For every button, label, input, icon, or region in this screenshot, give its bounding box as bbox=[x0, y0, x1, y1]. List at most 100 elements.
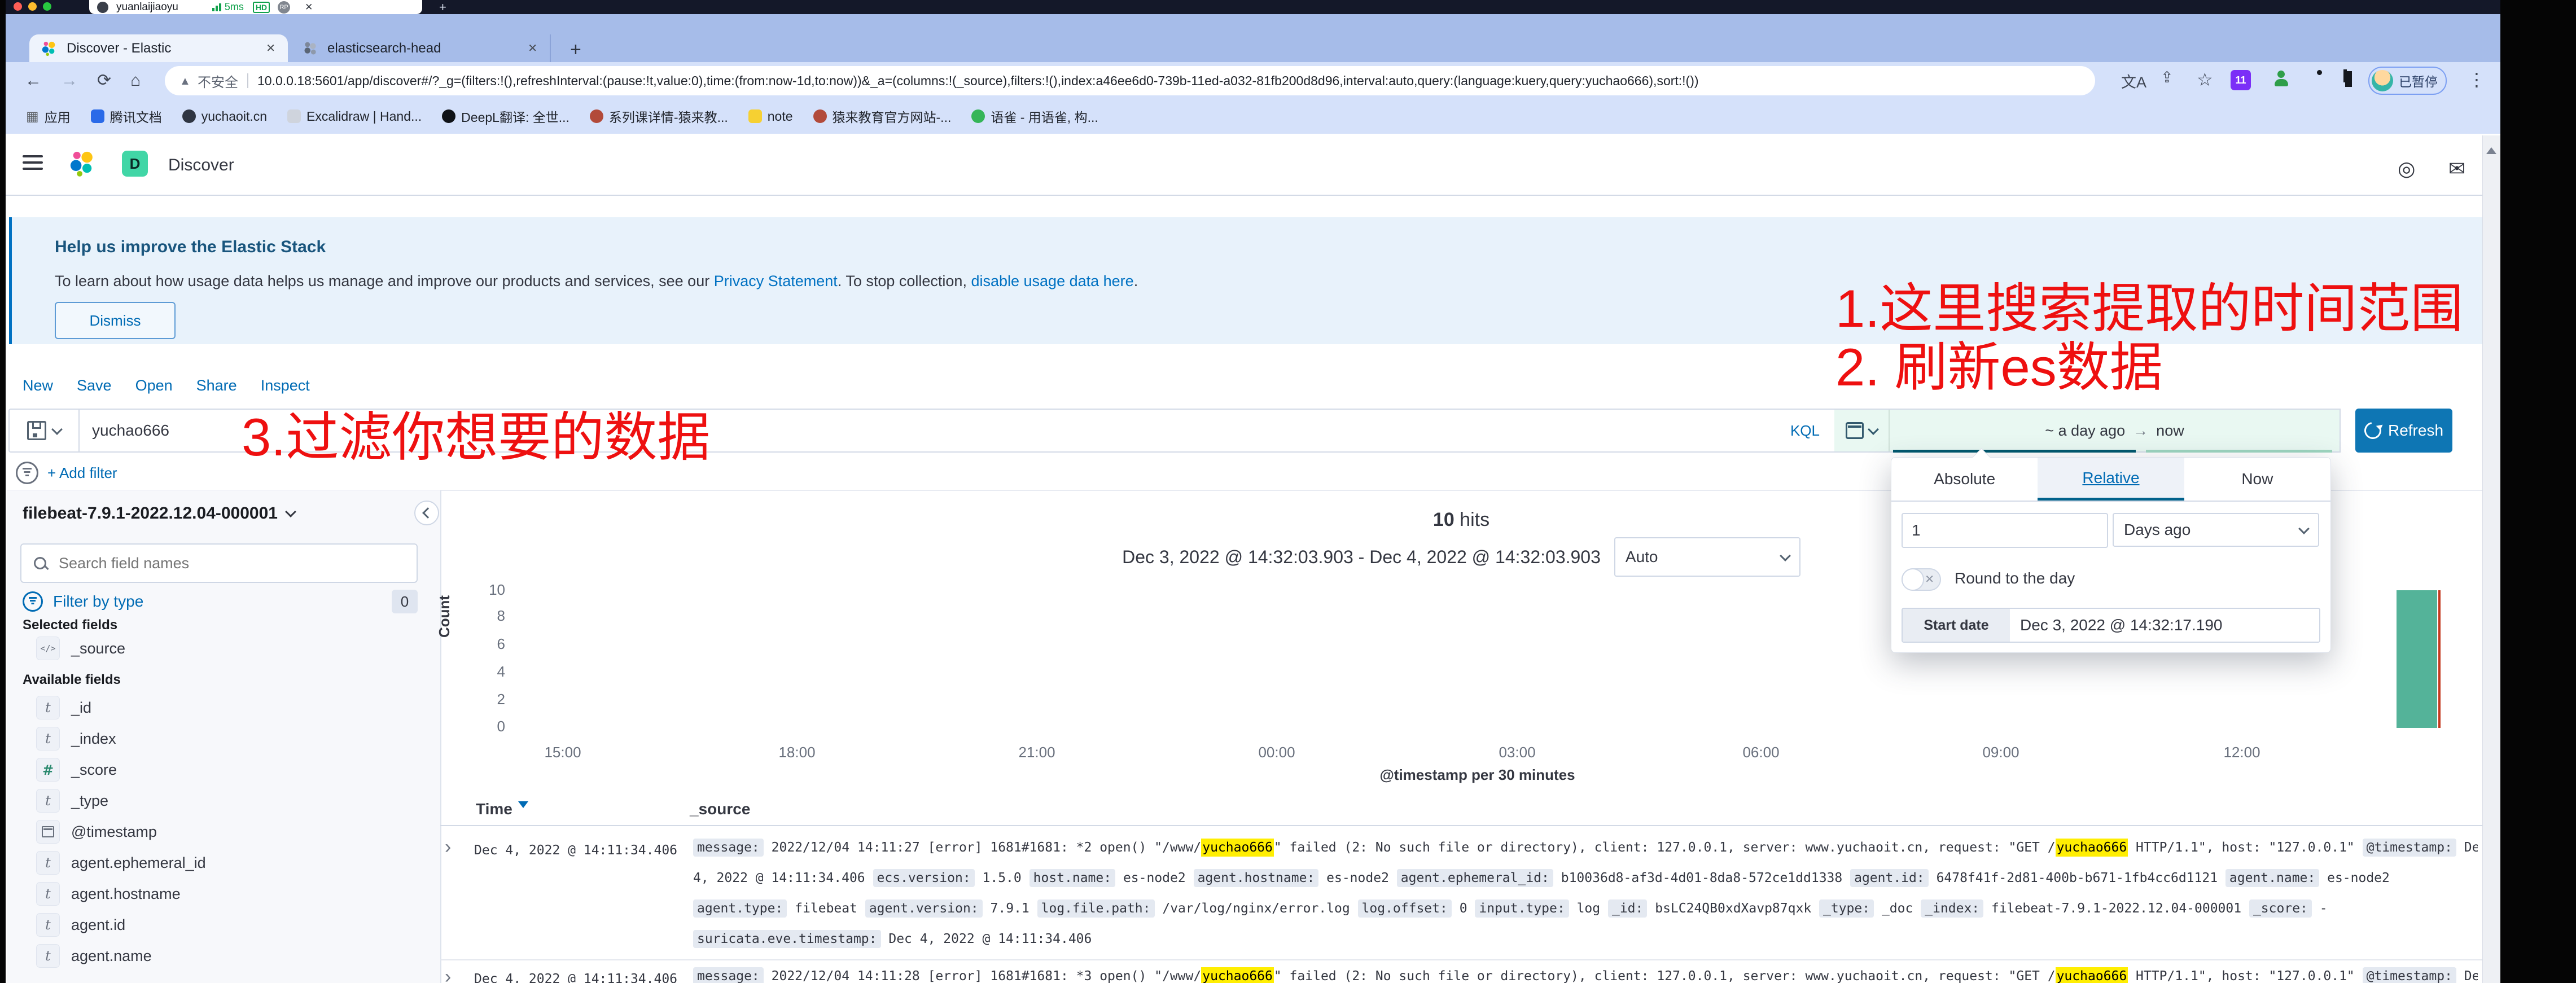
round-toggle[interactable]: ✕ bbox=[1902, 568, 1941, 591]
tab-elasticsearch-head[interactable]: elasticsearch-head ✕ bbox=[291, 34, 551, 62]
bookmark-item[interactable]: Excalidraw | Hand... bbox=[287, 109, 422, 124]
saved-query-button[interactable] bbox=[8, 409, 80, 453]
tab-now[interactable]: Now bbox=[2184, 458, 2330, 501]
scroll-up-arrow[interactable] bbox=[2486, 142, 2496, 154]
bookmark-item[interactable]: 腾讯文档 bbox=[91, 107, 162, 126]
macos-menubar: yuanlaijiaoyu 5ms HD RP ✕ + bbox=[6, 0, 2500, 14]
share-link[interactable]: Share bbox=[196, 377, 237, 394]
tab-absolute[interactable]: Absolute bbox=[1891, 458, 2038, 501]
field-item[interactable]: tagent.ephemeral_id bbox=[36, 850, 206, 875]
add-filter-button[interactable]: + Add filter bbox=[47, 464, 117, 482]
range-end[interactable]: now bbox=[2156, 422, 2184, 440]
field-item[interactable]: @timestamp bbox=[36, 819, 157, 844]
bookmark-item[interactable]: DeepL翻译: 全世... bbox=[442, 107, 569, 126]
hamburger-menu-icon[interactable] bbox=[23, 155, 43, 170]
dismiss-button[interactable]: Dismiss bbox=[55, 302, 176, 339]
traffic-light-zoom[interactable] bbox=[43, 2, 51, 11]
start-date-value[interactable]: Dec 3, 2022 @ 14:32:17.190 bbox=[2010, 609, 2319, 642]
relative-amount-input[interactable] bbox=[1902, 513, 2108, 548]
save-link[interactable]: Save bbox=[77, 377, 112, 394]
collapse-sidebar-button[interactable] bbox=[414, 501, 439, 525]
expand-row-icon[interactable]: › bbox=[445, 966, 451, 983]
inspect-link[interactable]: Inspect bbox=[261, 377, 310, 394]
field-item[interactable]: t_id bbox=[36, 695, 91, 720]
extension-badge-icon[interactable]: 11 bbox=[2231, 70, 2251, 90]
home-icon[interactable]: ⌂ bbox=[130, 71, 141, 90]
field-item-source[interactable]: </> _source bbox=[36, 636, 125, 661]
superdatepicker: ~ a day ago → now bbox=[1834, 409, 2341, 453]
share-icon[interactable]: ⇪ bbox=[2161, 69, 2174, 86]
start-date-underline bbox=[1893, 450, 2136, 453]
elastic-logo[interactable] bbox=[68, 149, 97, 178]
new-link[interactable]: New bbox=[23, 377, 53, 394]
index-pattern-selector[interactable]: filebeat-7.9.1-2022.12.04-000001 bbox=[23, 504, 295, 523]
elasticsearch-head-favicon bbox=[303, 41, 318, 56]
page-title: Discover bbox=[168, 156, 234, 175]
tab-close-icon[interactable]: ✕ bbox=[266, 41, 275, 55]
tab-close-icon[interactable]: ✕ bbox=[528, 41, 537, 55]
bookmark-icon bbox=[91, 109, 104, 123]
tab-discover-elastic[interactable]: Discover - Elastic ✕ bbox=[29, 34, 288, 62]
traffic-light-close[interactable] bbox=[14, 2, 22, 11]
bookmark-item[interactable]: note bbox=[748, 109, 793, 124]
expand-row-icon[interactable]: › bbox=[445, 836, 451, 858]
bookmark-item[interactable]: 猿来教育官方网站-... bbox=[813, 107, 952, 126]
translate-icon[interactable]: 文A bbox=[2121, 70, 2146, 92]
bookmark-item[interactable]: 系列课详情-猿来教... bbox=[590, 107, 728, 126]
disable-usage-link[interactable]: disable usage data here bbox=[971, 273, 1133, 289]
bookmark-item[interactable]: 语雀 - 用语雀, 构... bbox=[971, 107, 1098, 126]
new-tab-icon[interactable]: + bbox=[439, 0, 446, 15]
field-name: _score bbox=[71, 761, 117, 779]
filter-by-type[interactable]: Filter by type 0 bbox=[23, 590, 418, 613]
back-icon[interactable]: ← bbox=[25, 71, 42, 90]
newsfeed-envelope-icon[interactable]: ✉ bbox=[2448, 157, 2465, 181]
forward-icon[interactable]: → bbox=[61, 71, 78, 90]
x-tick: 18:00 bbox=[778, 744, 815, 761]
string-field-icon: t bbox=[36, 789, 60, 813]
range-start[interactable]: ~ a day ago bbox=[2045, 422, 2125, 440]
filter-icon[interactable] bbox=[16, 462, 38, 484]
reload-icon[interactable]: ⟳ bbox=[97, 71, 111, 90]
bookmark-item[interactable]: yuchaoit.cn bbox=[182, 109, 267, 124]
page-scrollbar[interactable] bbox=[2482, 135, 2501, 983]
privacy-statement-link[interactable]: Privacy Statement bbox=[714, 273, 838, 289]
kql-toggle[interactable]: KQL bbox=[1790, 422, 1834, 440]
refresh-icon bbox=[2361, 419, 2385, 442]
field-item[interactable]: t_index bbox=[36, 726, 116, 751]
time-range-field[interactable]: ~ a day ago → now bbox=[1890, 410, 2340, 451]
field-name: _index bbox=[71, 730, 116, 748]
field-search-input[interactable] bbox=[58, 554, 417, 573]
chevron-down-icon bbox=[285, 506, 296, 517]
new-tab-button[interactable]: + bbox=[570, 39, 581, 61]
histogram-bar[interactable] bbox=[2397, 590, 2437, 728]
traffic-light-minimize[interactable] bbox=[28, 2, 37, 11]
banner-text: . To stop collection, bbox=[838, 273, 971, 289]
elastic-favicon bbox=[41, 40, 58, 57]
open-link[interactable]: Open bbox=[135, 377, 173, 394]
time-column-header[interactable]: Time bbox=[476, 800, 528, 818]
divider bbox=[440, 959, 2482, 960]
window-tab-pill[interactable]: yuanlaijiaoyu 5ms HD RP ✕ bbox=[89, 0, 422, 14]
row-time-cell: Dec 4, 2022 @ 14:11:34.406 bbox=[474, 972, 677, 983]
datepicker-quickmenu[interactable] bbox=[1834, 410, 1890, 451]
field-item[interactable]: tagent.hostname bbox=[36, 881, 181, 906]
bookmark-star-icon[interactable]: ☆ bbox=[2197, 69, 2213, 90]
relative-unit-select[interactable]: Days ago bbox=[2113, 513, 2319, 547]
field-item[interactable]: tagent.id bbox=[36, 912, 125, 937]
close-icon[interactable]: ✕ bbox=[305, 2, 313, 13]
bookmark-icon bbox=[182, 109, 196, 123]
address-bar[interactable]: ▲ 不安全 10.0.0.18:5601/app/discover#/?_g=(… bbox=[165, 66, 2095, 95]
field-item[interactable]: tagent.name bbox=[36, 943, 152, 968]
tab-relative[interactable]: Relative bbox=[2038, 458, 2184, 501]
interval-select[interactable]: Auto bbox=[1614, 537, 1800, 577]
kebab-menu-icon[interactable]: ⋮ bbox=[2468, 69, 2486, 90]
refresh-button[interactable]: Refresh bbox=[2355, 409, 2452, 453]
field-item[interactable]: t_type bbox=[36, 788, 108, 813]
help-icon[interactable]: ◎ bbox=[2398, 157, 2415, 181]
field-item[interactable]: #_score bbox=[36, 757, 117, 782]
chevron-down-icon bbox=[2298, 523, 2310, 534]
y-tick: 8 bbox=[471, 607, 505, 625]
bookmark-apps[interactable]: ▦应用 bbox=[26, 107, 71, 126]
reader-extension-icon[interactable] bbox=[2343, 69, 2347, 82]
profile-button[interactable]: 已暂停 bbox=[2368, 67, 2447, 95]
